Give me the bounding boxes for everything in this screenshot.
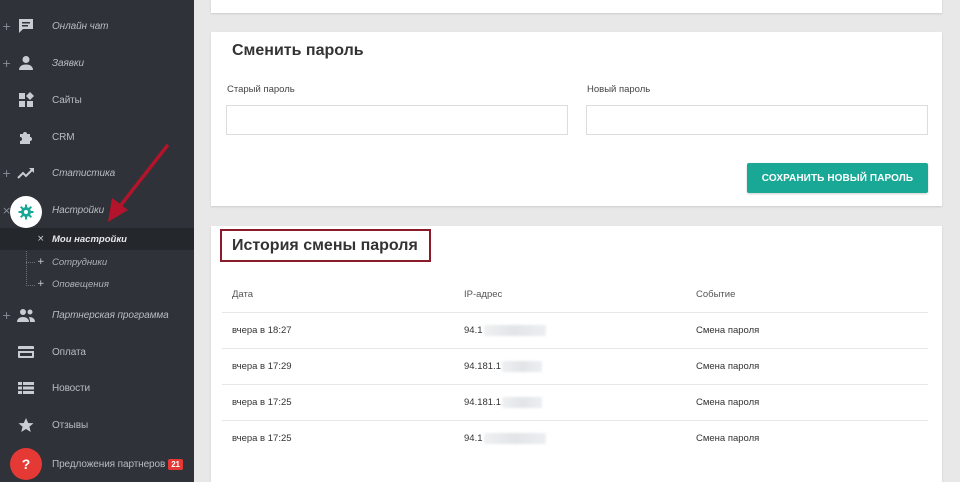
star-icon [18,418,34,432]
count-badge: 21 [168,458,183,470]
top-card [211,0,942,13]
date-cell: вчера в 17:29 [232,361,292,372]
gear-icon [18,204,34,220]
column-header-date: Дата [232,289,254,300]
group-icon [17,309,35,322]
subnav-employees[interactable]: + Сотрудники [0,251,194,273]
new-password-label: Новый пароль [587,84,651,95]
sidebar-item-statistics[interactable]: + Статистика [0,155,194,191]
old-password-input[interactable] [226,105,568,135]
change-password-card: Сменить пароль Старый пароль Новый парол… [211,32,942,206]
help-glyph: ? [21,456,31,472]
expand-icon[interactable]: + [37,273,45,295]
collapse-icon: × [37,234,45,244]
date-cell: вчера в 18:27 [232,325,292,336]
sidebar-item-requests[interactable]: + Заявки [0,45,194,81]
ip-cell: 94.181.1 [464,385,542,420]
sidebar-item-label: Онлайн чат [52,20,109,32]
expand-icon[interactable]: + [2,8,11,44]
old-password-label: Старый пароль [227,84,295,95]
sidebar-item-label: Партнерская программа [52,309,169,321]
sidebar-item-label: Статистика [52,167,116,179]
widgets-icon [19,92,34,107]
ip-cell: 94.1 [464,421,546,456]
sidebar-item-label: Сайты [52,94,82,106]
help-icon[interactable]: ? [10,448,42,480]
save-new-password-button[interactable]: СОХРАНИТЬ НОВЫЙ ПАРОЛЬ [747,163,928,193]
table-row: вчера в 18:27 94.1 Смена пароля [222,312,928,348]
column-header-ip: IP-адрес [464,289,503,300]
expand-icon[interactable]: + [2,297,11,333]
date-cell: вчера в 17:25 [232,433,292,444]
sidebar-item-partner-program[interactable]: + Партнерская программа [0,297,194,333]
sidebar-item-label: Заявки [52,57,84,69]
ip-cell: 94.181.1 [464,349,542,384]
new-password-input[interactable] [586,105,928,135]
list-icon [18,382,34,394]
expand-icon[interactable]: + [2,155,11,191]
redaction-blur [501,397,542,408]
ip-text: 94.181.1 [464,397,501,408]
event-cell: Смена пароля [696,433,760,444]
sidebar-item-sites[interactable]: Сайты [0,82,194,118]
credit-card-icon [18,346,34,358]
sidebar-item-label: Предложения партнеров 21 [52,446,183,482]
sidebar-item-crm[interactable]: CRM [0,119,194,155]
chat-icon [19,19,33,33]
sidebar-item-reviews[interactable]: Отзывы [0,407,194,443]
puzzle-icon [20,132,32,144]
sidebar-item-text: Предложения партнеров [52,458,166,470]
subnav-label: Оповещения [52,278,109,290]
table-row: вчера в 17:29 94.181.1 Смена пароля [222,348,928,384]
subnav-label: Мои настройки [52,233,127,245]
ip-text: 94.181.1 [464,361,501,372]
redaction-blur [483,325,546,336]
event-cell: Смена пароля [696,361,760,372]
redaction-blur [501,361,542,372]
ip-text: 94.1 [464,433,483,444]
event-cell: Смена пароля [696,397,760,408]
redaction-blur [483,433,546,444]
sidebar-item-label: Оплата [52,346,86,358]
card-title: Сменить пароль [232,42,364,59]
sidebar-item-label: CRM [52,131,75,143]
sidebar-item-label: Новости [52,382,91,394]
expand-icon[interactable]: + [37,251,45,273]
sidebar-item-label: Настройки [52,204,105,216]
sidebar-item-online-chat[interactable]: + Онлайн чат [0,8,194,44]
ip-text: 94.1 [464,325,483,336]
table-row: вчера в 17:25 94.181.1 Смена пароля [222,384,928,420]
card-title: История смены пароля [232,237,418,254]
table-row: вчера в 17:25 94.1 Смена пароля [222,420,928,456]
ip-cell: 94.1 [464,313,546,348]
date-cell: вчера в 17:25 [232,397,292,408]
subnav-my-settings[interactable]: × Мои настройки [0,228,194,250]
trending-up-icon [17,168,34,179]
settings-icon-badge [10,196,42,228]
sidebar-item-label: Отзывы [52,419,89,431]
expand-icon[interactable]: + [2,45,11,81]
column-header-event: Событие [696,289,736,300]
highlight-box: История смены пароля [220,229,431,262]
password-history-card: История смены пароля Дата IP-адрес Событ… [211,226,942,482]
subnav-label: Сотрудники [52,256,108,268]
sidebar-item-news[interactable]: Новости [0,370,194,406]
event-cell: Смена пароля [696,325,760,336]
subnav-notifications[interactable]: + Оповещения [0,273,194,295]
sidebar: + Онлайн чат + Заявки Сайты CRM + Статис… [0,0,194,482]
user-icon [19,56,33,70]
sidebar-item-payment[interactable]: Оплата [0,334,194,370]
